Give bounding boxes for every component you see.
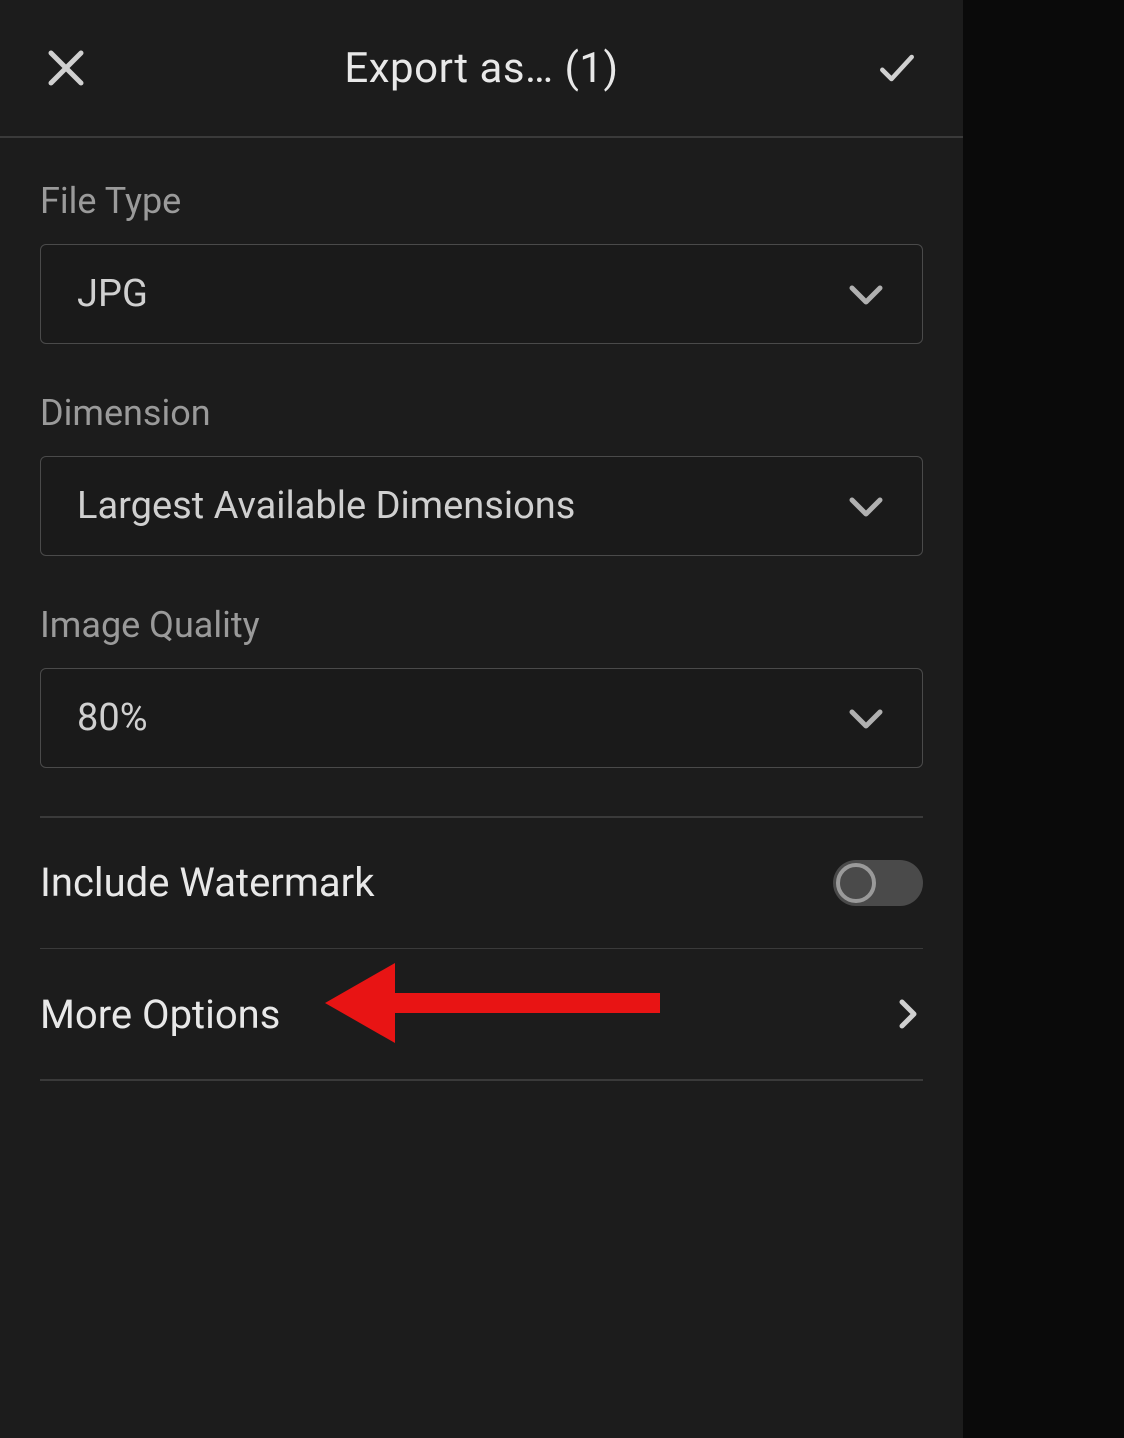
close-button[interactable] (44, 46, 88, 90)
chevron-right-icon (893, 999, 923, 1029)
close-icon (47, 49, 85, 87)
image-quality-value: 80% (77, 696, 148, 740)
confirm-button[interactable] (875, 46, 919, 90)
export-panel: Export as… (1) File Type JPG Dimension (0, 0, 963, 1438)
file-type-select[interactable]: JPG (40, 244, 923, 344)
header-title: Export as… (1) (344, 44, 618, 93)
more-options-row[interactable]: More Options (40, 949, 923, 1079)
image-quality-label: Image Quality (40, 604, 923, 646)
checkmark-icon (875, 44, 919, 92)
chevron-down-icon (846, 698, 886, 738)
dimension-select[interactable]: Largest Available Dimensions (40, 456, 923, 556)
image-quality-select[interactable]: 80% (40, 668, 923, 768)
chevron-down-icon (846, 274, 886, 314)
watermark-toggle[interactable] (833, 860, 923, 906)
chevron-down-icon (846, 486, 886, 526)
content: File Type JPG Dimension Largest Availabl… (0, 138, 963, 1081)
outer-frame: Export as… (1) File Type JPG Dimension (0, 0, 1124, 1438)
file-type-label: File Type (40, 180, 923, 222)
dimension-label: Dimension (40, 392, 923, 434)
file-type-value: JPG (77, 272, 148, 316)
more-options-label: More Options (40, 991, 280, 1038)
header: Export as… (1) (0, 0, 963, 138)
dimension-value: Largest Available Dimensions (77, 484, 575, 528)
watermark-label: Include Watermark (40, 859, 375, 906)
divider (40, 1079, 923, 1081)
watermark-row: Include Watermark (40, 818, 923, 948)
toggle-knob (836, 863, 876, 903)
